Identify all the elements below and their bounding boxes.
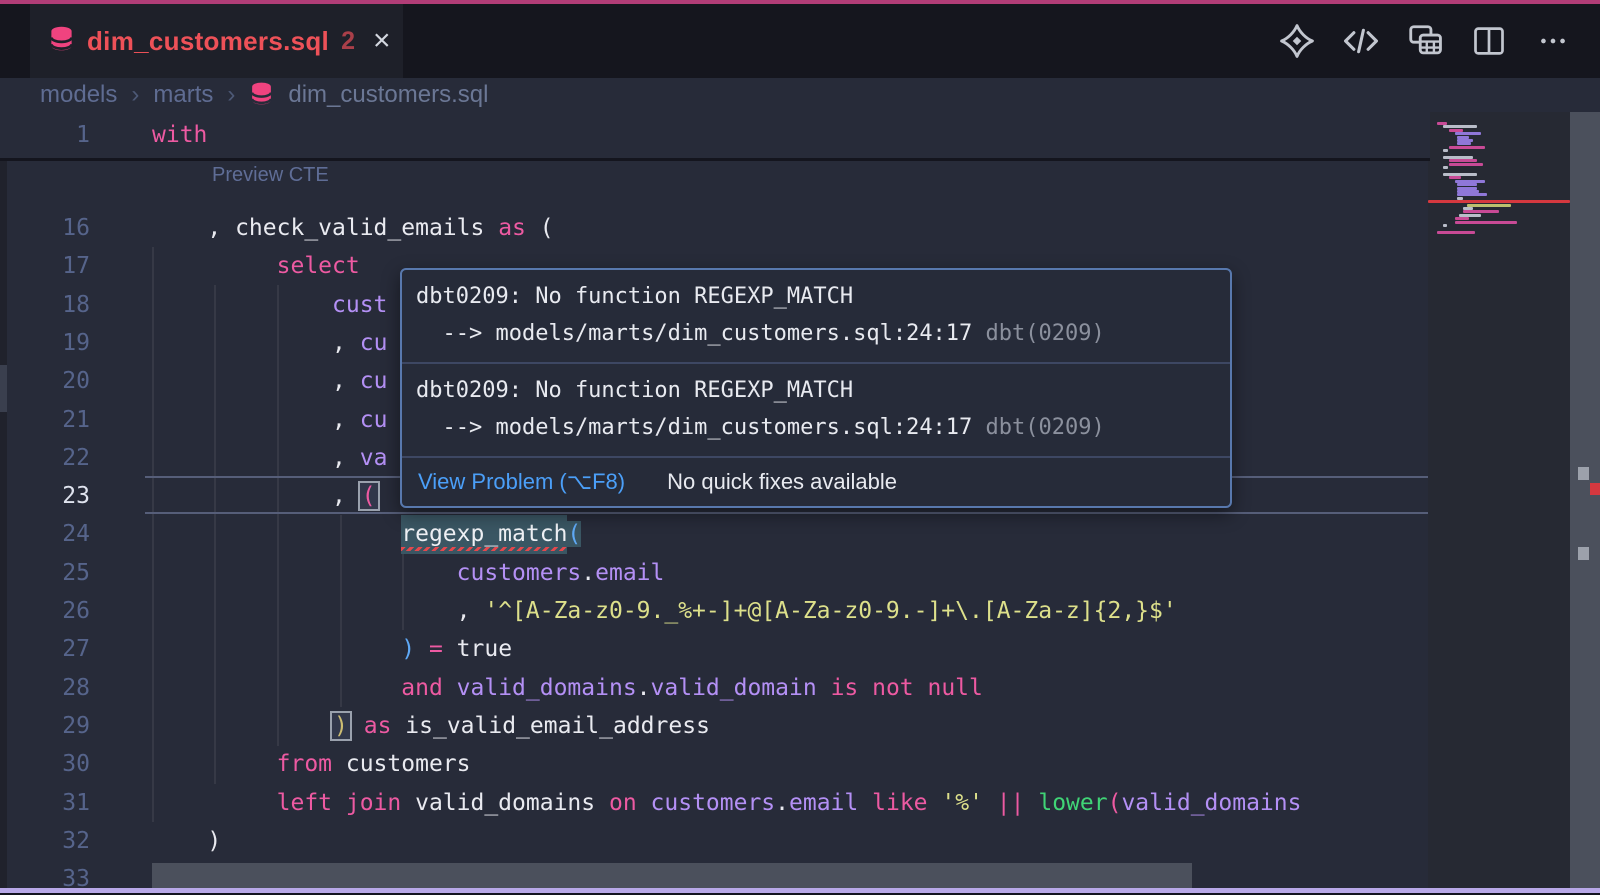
minimap-code-line <box>1443 224 1447 227</box>
vertical-scrollbar[interactable] <box>1570 112 1600 888</box>
error-squiggle <box>401 547 567 551</box>
minimap-code-line <box>1457 193 1487 196</box>
word-highlight-regexp-match: regexp_match <box>401 515 567 554</box>
minimap-code-line <box>1443 166 1448 169</box>
minimap[interactable] <box>1428 112 1570 888</box>
problem-source: dbt(0209) <box>986 321 1105 346</box>
error-hover-tooltip: dbt0209: No function REGEXP_MATCH --> mo… <box>400 268 1232 508</box>
compiled-code-icon[interactable] <box>1342 22 1380 60</box>
code-line-29[interactable]: ) as is_valid_email_address <box>0 707 1430 746</box>
code-line-16[interactable]: , check_valid_emails as ( <box>0 209 1430 248</box>
minimap-code-line <box>1449 176 1461 179</box>
overview-error-mark <box>1590 483 1600 495</box>
sticky-keyword: with <box>152 115 207 155</box>
tab-bar: dim_customers.sql 2 × <box>0 4 1600 78</box>
overview-highlight-mark <box>1578 467 1589 480</box>
minimap-code-line <box>1455 132 1481 135</box>
window-accent-line <box>0 0 1600 4</box>
minimap-code-line <box>1443 149 1448 152</box>
overview-highlight-mark <box>1578 547 1589 560</box>
code-line-31[interactable]: left join valid_domains on customers.ema… <box>0 784 1430 823</box>
code-line-32[interactable]: ) <box>0 822 1430 861</box>
more-actions-icon[interactable] <box>1534 22 1572 60</box>
tab-dim-customers[interactable]: dim_customers.sql 2 × <box>30 4 403 78</box>
breadcrumb-models[interactable]: models <box>40 81 117 109</box>
code-line-28[interactable]: and valid_domains.valid_domain is not nu… <box>0 669 1430 708</box>
view-problem-link[interactable]: View Problem (⌥F8) <box>418 469 625 495</box>
minimap-code-line <box>1467 204 1511 207</box>
breadcrumb-marts[interactable]: marts <box>153 81 213 109</box>
horizontal-scrollbar[interactable] <box>152 863 1192 888</box>
hover-status-bar: View Problem (⌥F8) No quick fixes availa… <box>402 458 1230 506</box>
code-line-30[interactable]: from customers <box>0 745 1430 784</box>
chevron-right-icon: › <box>227 81 235 109</box>
tab-title: dim_customers.sql <box>87 26 329 57</box>
problem-block-1: dbt0209: No function REGEXP_MATCH --> mo… <box>402 270 1230 364</box>
database-icon <box>48 24 75 58</box>
close-tab-icon[interactable]: × <box>373 26 391 56</box>
breadcrumb: models › marts › dim_customers.sql <box>0 78 1600 112</box>
dbt-icon[interactable] <box>1278 22 1316 60</box>
editor-window: dim_customers.sql 2 × <box>0 0 1600 895</box>
minimap-code-line <box>1437 231 1475 234</box>
minimap-error-line <box>1428 200 1570 203</box>
minimap-code-line <box>1449 159 1477 162</box>
problem-source: dbt(0209) <box>986 415 1105 440</box>
codelens-preview-cte[interactable]: Preview CTE <box>212 164 329 187</box>
no-quick-fixes-label: No quick fixes available <box>667 469 897 495</box>
line-number-1[interactable]: 1 <box>0 115 90 155</box>
code-editor[interactable]: 16 , check_valid_emails as (17 select18 … <box>0 112 1600 888</box>
query-results-icon[interactable] <box>1406 22 1444 60</box>
editor-actions <box>1278 4 1572 78</box>
minimap-code-line <box>1457 142 1471 145</box>
minimap-code-line <box>1455 221 1517 224</box>
code-line-24[interactable]: regexp_match( <box>0 515 1430 554</box>
breadcrumb-file[interactable]: dim_customers.sql <box>288 81 488 109</box>
database-icon <box>249 80 274 114</box>
minimap-code-line <box>1449 163 1483 166</box>
code-line-25[interactable]: customers.email <box>0 554 1430 593</box>
code-line-27[interactable]: ) = true <box>0 630 1430 669</box>
tab-problem-badge: 2 <box>341 27 355 56</box>
sticky-scroll-line[interactable]: 1 with <box>0 112 1430 161</box>
minimap-code-line <box>1449 146 1485 149</box>
chevron-right-icon: › <box>131 81 139 109</box>
minimap-code-line <box>1463 210 1499 213</box>
split-editor-icon[interactable] <box>1470 22 1508 60</box>
problem-block-2: dbt0209: No function REGEXP_MATCH --> mo… <box>402 364 1230 458</box>
minimap-code-line <box>1455 217 1469 220</box>
minimap-code-line <box>1457 183 1477 186</box>
minimap-code-line <box>1443 125 1477 128</box>
code-line-26[interactable]: , '^[A-Za-z0-9._%+-]+@[A-Za-z0-9.-]+\.[A… <box>0 592 1430 631</box>
